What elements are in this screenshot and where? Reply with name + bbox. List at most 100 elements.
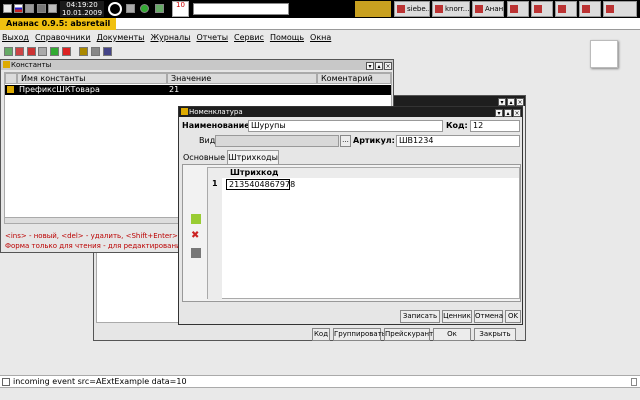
- kind-browse-button[interactable]: ...: [340, 135, 351, 147]
- app-titlebar: Ананас 0.9.5: absretail: [0, 18, 640, 30]
- close-button[interactable]: ×: [513, 109, 521, 117]
- stop-icon[interactable]: [62, 47, 71, 56]
- tab-barcodes[interactable]: Штрихкоды: [227, 150, 279, 164]
- name-input[interactable]: Шурупы: [248, 120, 443, 132]
- volume-icon[interactable]: [25, 4, 34, 13]
- menu-catalogs[interactable]: Справочники: [33, 31, 93, 45]
- nomenclature-titlebar[interactable]: Номенклатура: [179, 107, 522, 117]
- task-item-8[interactable]: [603, 1, 637, 17]
- row-icon: [7, 86, 14, 93]
- clock: 04:19:20 10.01.2009: [60, 1, 104, 17]
- language-flag-icon[interactable]: [14, 4, 23, 13]
- refresh-icon[interactable]: [50, 47, 59, 56]
- barcodes-panel: ✖ Штрихкод 1 2135404867978: [182, 164, 521, 302]
- add-barcode-icon[interactable]: [191, 214, 201, 224]
- tab-main[interactable]: Основные: [183, 151, 225, 164]
- article-input[interactable]: ШВ1234: [396, 135, 520, 147]
- print-icon[interactable]: [91, 47, 100, 56]
- folder-icon[interactable]: [79, 47, 88, 56]
- column-header-value[interactable]: Значение: [167, 73, 317, 84]
- maximize-button[interactable]: ▴: [375, 62, 383, 70]
- task-item-1[interactable]: siebe...: [394, 1, 430, 17]
- close-window-icon[interactable]: [27, 47, 36, 56]
- name-label: Наименование:: [182, 121, 253, 130]
- edit-icon[interactable]: [38, 47, 47, 56]
- delete-icon[interactable]: [15, 47, 24, 56]
- constant-name: ПрефиксШКТовара: [19, 85, 100, 94]
- app-title: Ананас 0.9.5: absretail: [0, 18, 117, 30]
- window-icon: [181, 108, 188, 115]
- tree-icon[interactable]: [155, 4, 164, 13]
- task-item-3[interactable]: Анан...: [472, 1, 504, 17]
- menu-bar: Выход Справочники Документы Журналы Отчеты Се…: [0, 31, 640, 45]
- maximize-button[interactable]: ▴: [507, 98, 515, 106]
- menu-icon[interactable]: [3, 4, 12, 13]
- nomenclature-window: Номенклатура ▾ ▴ × Наименование: Шурупы Ко…: [178, 106, 523, 325]
- code-label: Код:: [446, 121, 468, 130]
- globe-icon[interactable]: [140, 4, 149, 13]
- menu-windows[interactable]: Окна: [308, 31, 333, 45]
- close-catalog-button[interactable]: Закрыть: [474, 328, 516, 341]
- hint-keys: <ins> - новый, <del> - удалить, <Shift+E…: [5, 232, 178, 240]
- pager[interactable]: [355, 1, 391, 17]
- add-icon[interactable]: [4, 47, 13, 56]
- network-icon[interactable]: [37, 4, 46, 13]
- constant-value: 21: [169, 85, 180, 94]
- pricelist-button[interactable]: Прейскурант: [384, 328, 433, 341]
- menu-documents[interactable]: Документы: [95, 31, 147, 45]
- barcode-cell[interactable]: 2135404867978: [226, 179, 295, 190]
- clock-date: 10.01.2009: [61, 9, 103, 17]
- status-text: incoming event src=AExtExample data=10: [13, 377, 187, 386]
- close-button[interactable]: ×: [384, 62, 392, 70]
- code-button[interactable]: Код: [312, 328, 330, 341]
- taskbar-run-input[interactable]: [193, 3, 289, 15]
- task-item-2[interactable]: knorr...: [432, 1, 470, 17]
- status-bar: incoming event src=AExtExample data=10: [0, 375, 640, 388]
- barcodes-table: Штрихкод 1 2135404867978: [207, 167, 520, 300]
- clock-time: 04:19:20: [66, 1, 98, 9]
- maximize-button[interactable]: ▴: [504, 109, 512, 117]
- task-item-7[interactable]: [579, 1, 601, 17]
- constants-window-titlebar[interactable]: Константы: [1, 60, 393, 70]
- group-button[interactable]: Группировать: [333, 328, 386, 341]
- monitor-icon[interactable]: [48, 4, 57, 13]
- settings-icon[interactable]: [103, 47, 112, 56]
- minimize-button[interactable]: ▾: [498, 98, 506, 106]
- calendar-icon[interactable]: 10: [172, 1, 189, 17]
- taskbar: 04:19:20 10.01.2009 10 siebe... knorr...…: [0, 0, 640, 18]
- ok-button[interactable]: Ок: [433, 328, 471, 341]
- kind-input[interactable]: [215, 135, 339, 147]
- code-input[interactable]: 12: [470, 120, 520, 132]
- column-header-name[interactable]: Имя константы: [17, 73, 167, 84]
- hint-readonly: Форма только для чтения - для редактиров…: [5, 242, 185, 250]
- save-button[interactable]: Записать: [400, 310, 440, 323]
- cancel-button[interactable]: Отмена: [474, 310, 503, 323]
- power-icon[interactable]: [108, 2, 122, 16]
- barcode-print-icon[interactable]: [191, 248, 201, 258]
- close-button[interactable]: ×: [516, 98, 524, 106]
- minimize-button[interactable]: ▾: [495, 109, 503, 117]
- task-item-4[interactable]: [507, 1, 529, 17]
- barcode-column-header[interactable]: Штрихкод: [230, 168, 278, 178]
- menu-journals[interactable]: Журналы: [148, 31, 192, 45]
- row-number-header: [5, 73, 17, 84]
- table-row[interactable]: ПрефиксШКТовара 21: [5, 85, 391, 95]
- printer-icon[interactable]: [126, 4, 135, 13]
- task-item-label: knorr...: [445, 5, 470, 13]
- delete-barcode-icon[interactable]: ✖: [191, 231, 201, 241]
- menu-help[interactable]: Помощь: [268, 31, 306, 45]
- task-item-5[interactable]: [531, 1, 553, 17]
- minimize-button[interactable]: ▾: [366, 62, 374, 70]
- column-header-comment[interactable]: Коментарий: [317, 73, 391, 84]
- price-tag-button[interactable]: Ценник: [442, 310, 472, 323]
- menu-exit[interactable]: Выход: [0, 31, 31, 45]
- window-title: Номенклатура: [189, 108, 243, 116]
- task-item-label: siebe...: [407, 5, 430, 13]
- article-label: Артикул:: [353, 136, 395, 145]
- status-scroll[interactable]: [631, 378, 637, 386]
- menu-reports[interactable]: Отчеты: [194, 31, 230, 45]
- ok-button[interactable]: OK: [505, 310, 521, 323]
- task-item-label: Анан...: [485, 5, 504, 13]
- task-item-6[interactable]: [555, 1, 577, 17]
- menu-service[interactable]: Сервис: [232, 31, 266, 45]
